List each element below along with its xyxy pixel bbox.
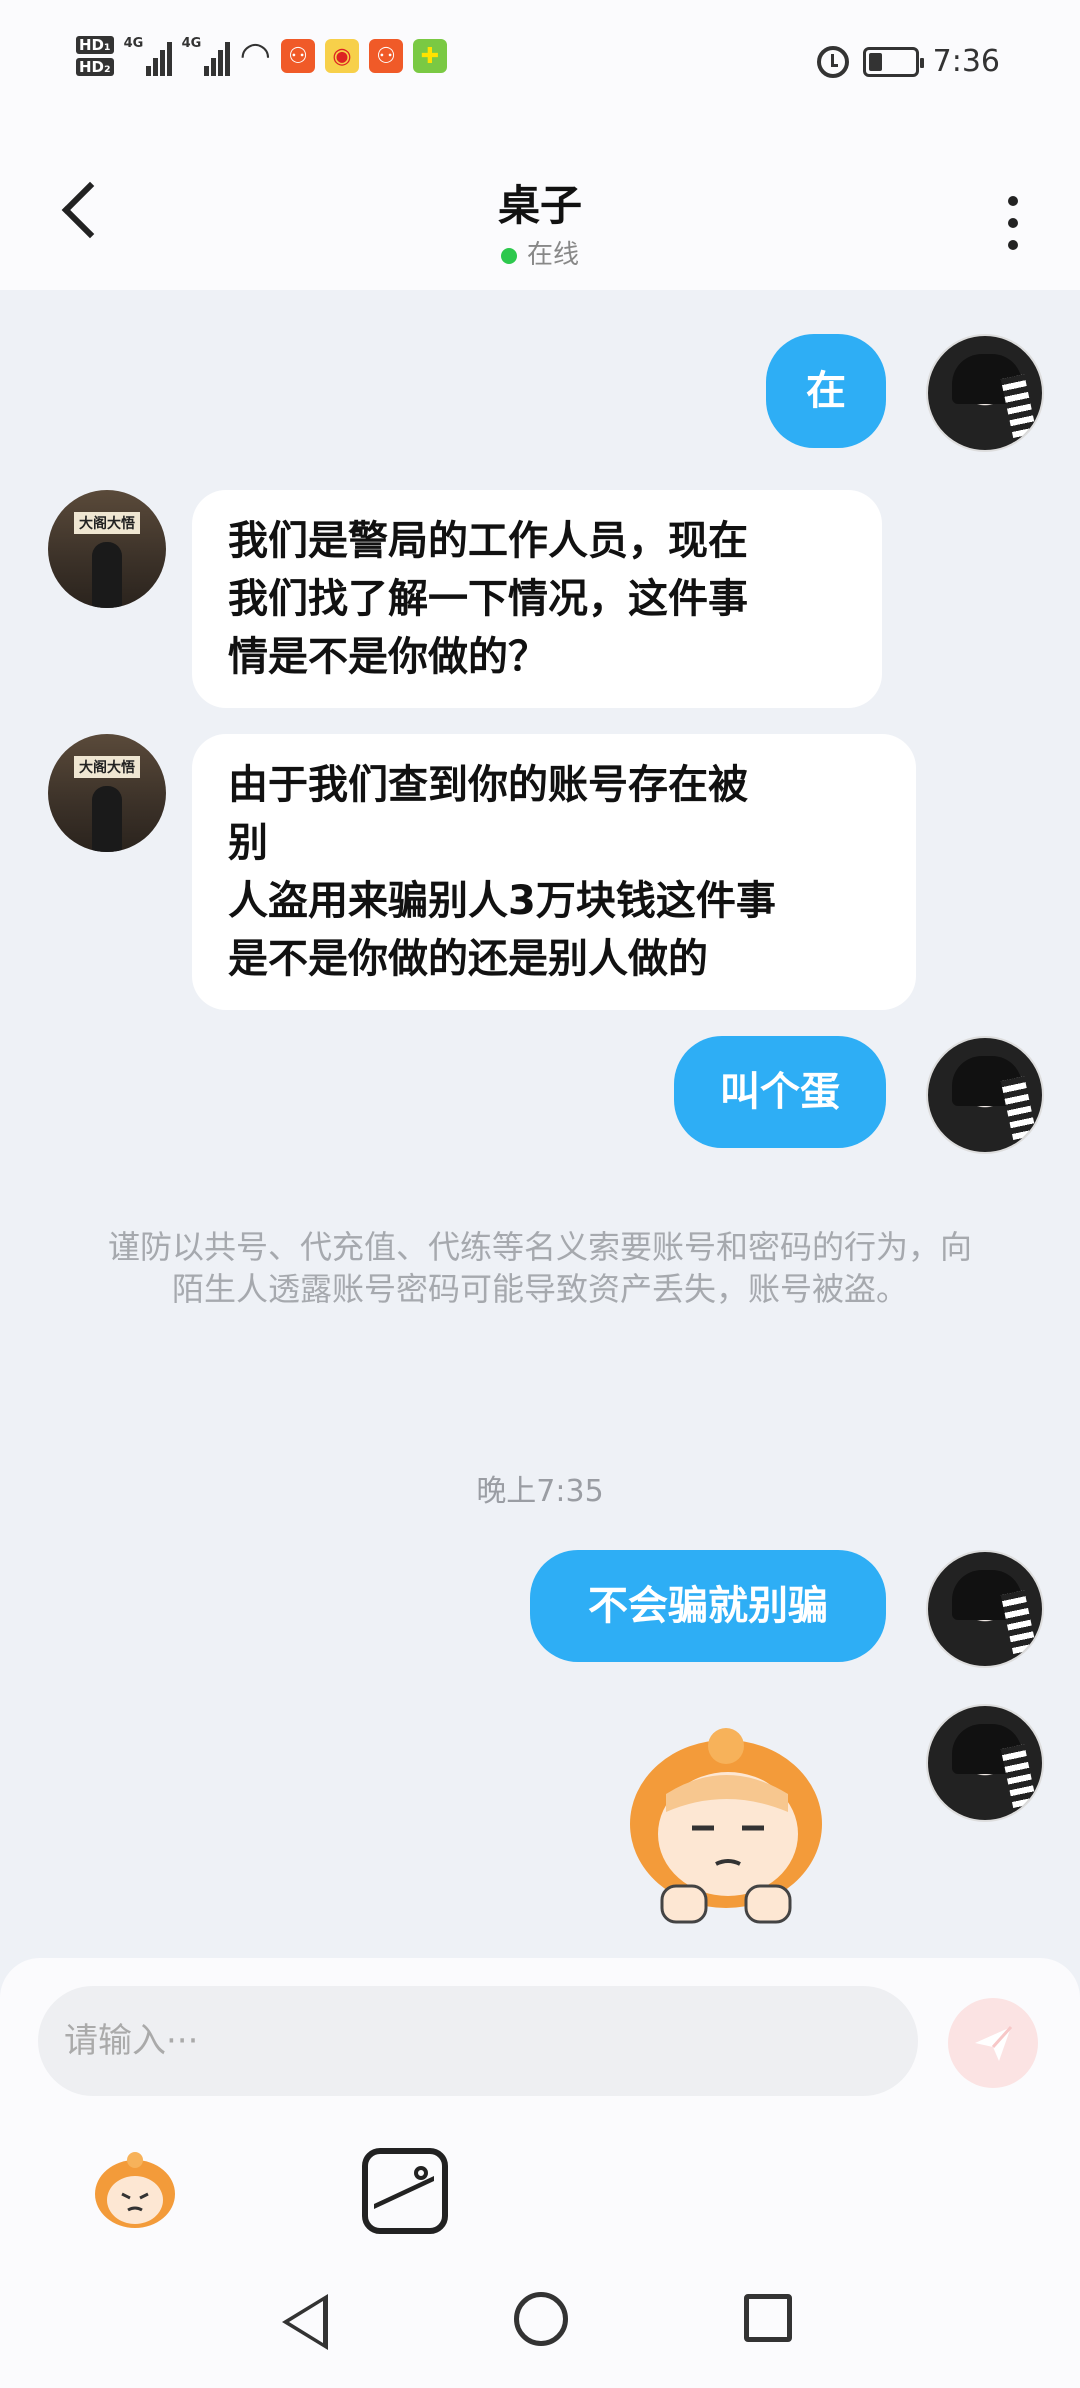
- timestamp: 晚上7:35: [476, 1474, 604, 1509]
- online-status-label: 在线: [526, 240, 579, 270]
- app-notification-icon: ✚: [413, 39, 447, 73]
- message-bubble-out[interactable]: 不会骗就别骗: [530, 1550, 886, 1662]
- online-dot-icon: [500, 247, 517, 264]
- contact-avatar[interactable]: 大阁大悟: [48, 734, 166, 852]
- sticker-image[interactable]: [606, 1716, 846, 1932]
- signal-icon-2: 4G: [182, 36, 230, 76]
- input-area: [0, 1958, 1080, 2258]
- message-line: 别: [228, 820, 268, 866]
- self-avatar[interactable]: [926, 1036, 1044, 1154]
- message-text: 叫个蛋: [720, 1069, 840, 1115]
- message-bubble-out[interactable]: 在: [766, 334, 886, 448]
- message-text: 不会骗就别骗: [588, 1583, 828, 1629]
- system-nav-bar: [0, 2258, 1080, 2388]
- online-status: 在线: [0, 234, 1080, 271]
- alarm-icon: [816, 45, 849, 78]
- self-avatar[interactable]: [926, 1704, 1044, 1822]
- hd2-label: HD₂: [76, 58, 114, 76]
- send-icon: [975, 2025, 1013, 2061]
- network-type-1: 4G: [123, 36, 144, 51]
- avatar-sign-text: 大阁大悟: [74, 756, 140, 778]
- weibo-icon: ◉: [325, 39, 359, 73]
- self-avatar[interactable]: [926, 334, 1044, 452]
- kuaishou-icon: ⚇: [281, 39, 315, 73]
- hd-indicator: HD₁ HD₂: [76, 36, 114, 76]
- nav-back-icon[interactable]: [282, 2294, 328, 2350]
- clock-time: 7:36: [932, 44, 1000, 79]
- message-text: 在: [806, 368, 846, 414]
- kuaishou-icon-2: ⚇: [369, 39, 403, 73]
- message-line: 是不是你做的还是别人做的: [228, 936, 708, 982]
- message-line: 我们找了解一下情况，这件事: [228, 576, 748, 622]
- message-line: 人盗用来骗别人3万块钱这件事: [228, 878, 776, 924]
- status-bar: HD₁ HD₂ 4G 4G ◠ ⚇ ◉ ⚇ ✚ 7:36: [0, 0, 1080, 130]
- hd1-label: HD₁: [76, 36, 114, 54]
- sticker-icon[interactable]: [92, 2148, 178, 2234]
- message-bubble-out[interactable]: 叫个蛋: [674, 1036, 886, 1148]
- message-line: 情是不是你做的？: [228, 634, 548, 680]
- message-line: 由于我们查到你的账号存在被: [228, 762, 748, 808]
- message-input[interactable]: [38, 1986, 918, 2096]
- message-bubble-in[interactable]: 由于我们查到你的账号存在被 别 人盗用来骗别人3万块钱这件事 是不是你做的还是别…: [192, 734, 916, 1010]
- contact-avatar[interactable]: 大阁大悟: [48, 490, 166, 608]
- more-options-icon[interactable]: [1008, 196, 1018, 250]
- security-notice: 谨防以共号、代充值、代练等名义索要账号和密码的行为，向陌生人透露账号密码可能导致…: [107, 1228, 972, 1308]
- signal-icon: 4G: [124, 36, 172, 76]
- chat-header: 桌子 在线: [0, 130, 1080, 290]
- battery-icon: [862, 46, 924, 77]
- nav-recents-icon[interactable]: [744, 2294, 792, 2342]
- wifi-icon: ◠: [239, 35, 271, 76]
- message-line: 我们是警局的工作人员，现在: [228, 518, 748, 564]
- network-type-2: 4G: [181, 36, 202, 51]
- self-avatar[interactable]: [926, 1550, 1044, 1668]
- image-picker-icon[interactable]: [362, 2148, 448, 2234]
- contact-name: 桌子: [497, 181, 582, 230]
- message-bubble-in[interactable]: 我们是警局的工作人员，现在 我们找了解一下情况，这件事 情是不是你做的？: [192, 490, 882, 708]
- send-button[interactable]: [948, 1998, 1038, 2088]
- nav-home-icon[interactable]: [514, 2292, 568, 2346]
- avatar-sign-text: 大阁大悟: [74, 512, 140, 534]
